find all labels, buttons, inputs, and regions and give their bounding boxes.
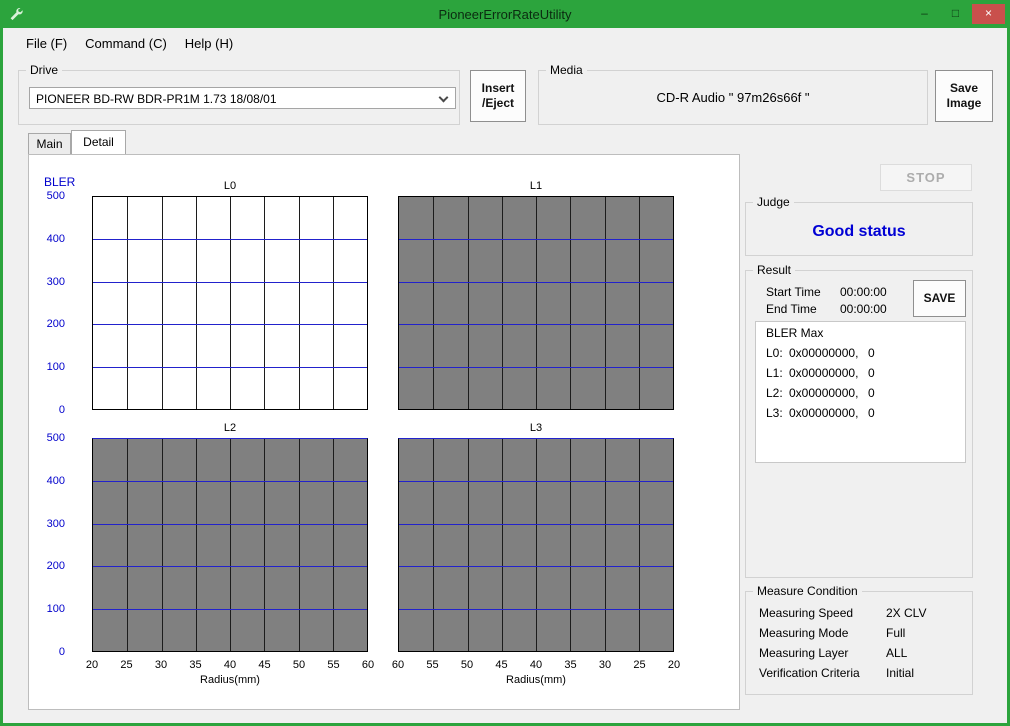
drive-group-label: Drive (26, 63, 62, 77)
judge-group-label: Judge (753, 195, 794, 209)
bler-axis-label: BLER (44, 175, 75, 189)
save-button[interactable]: SAVE (913, 280, 966, 317)
x-axis-title-l3: Radius(mm) (398, 674, 674, 686)
measure-condition-group: Measure Condition Measuring Speed 2X CLV… (745, 591, 973, 695)
chart-plot-l1 (398, 196, 674, 410)
bler-l1-hex: 0x00000000, (789, 366, 858, 380)
measuring-layer-label: Measuring Layer (759, 646, 848, 660)
save-image-label-line1: Save (950, 81, 978, 96)
x-axis-title-l2: Radius(mm) (92, 674, 368, 686)
app-window: PioneerErrorRateUtility – □ × File (F) C… (0, 0, 1010, 726)
bler-l0-hex: 0x00000000, (789, 346, 858, 360)
insert-eject-button[interactable]: Insert /Eject (470, 70, 526, 122)
bler-l0-value: 0 (868, 346, 875, 360)
minimize-button[interactable]: – (910, 4, 939, 24)
insert-eject-label-line1: Insert (482, 81, 515, 96)
y-axis-top: 5004003002001000 (29, 196, 73, 410)
end-time-label: End Time (766, 302, 817, 316)
chart-plot-l3 (398, 438, 674, 652)
chart-plot-l2 (92, 438, 368, 652)
judge-group: Judge Good status (745, 202, 973, 256)
bler-l3-value: 0 (868, 406, 875, 420)
measuring-speed-label: Measuring Speed (759, 606, 853, 620)
x-axis-l3: 605550454035302520 (398, 659, 674, 671)
bler-l2-hex: 0x00000000, (789, 386, 858, 400)
chart-title-l1: L1 (398, 180, 674, 192)
bler-l1-value: 0 (868, 366, 875, 380)
menu-item-help[interactable]: Help (H) (176, 32, 242, 55)
start-time-value: 00:00:00 (840, 285, 887, 299)
drive-select-value: PIONEER BD-RW BDR-PR1M 1.73 18/08/01 (36, 92, 277, 106)
close-button[interactable]: × (972, 4, 1005, 24)
save-image-button[interactable]: Save Image (935, 70, 993, 122)
insert-eject-label-line2: /Eject (482, 96, 514, 111)
maximize-button[interactable]: □ (941, 4, 970, 24)
drive-group: Drive PIONEER BD-RW BDR-PR1M 1.73 18/08/… (18, 70, 460, 125)
media-group-label: Media (546, 63, 587, 77)
titlebar: PioneerErrorRateUtility – □ × (0, 0, 1010, 28)
y-axis-bottom: 5004003002001000 (29, 438, 73, 652)
bler-l1-label: L1: (766, 366, 783, 380)
bler-max-label: BLER Max (766, 326, 823, 340)
judge-status: Good status (746, 223, 972, 241)
measuring-mode-value: Full (886, 626, 905, 640)
drive-select[interactable]: PIONEER BD-RW BDR-PR1M 1.73 18/08/01 (29, 87, 456, 109)
menubar: File (F) Command (C) Help (H) (3, 28, 1007, 58)
chart-title-l0: L0 (92, 180, 368, 192)
measuring-speed-value: 2X CLV (886, 606, 926, 620)
chart-title-l2: L2 (92, 422, 368, 434)
client-area: File (F) Command (C) Help (H) Drive PION… (3, 28, 1007, 723)
verification-criteria-value: Initial (886, 666, 914, 680)
menu-item-file[interactable]: File (F) (17, 32, 76, 55)
window-title: PioneerErrorRateUtility (0, 7, 1010, 22)
bler-l0-label: L0: (766, 346, 783, 360)
window-controls: – □ × (908, 4, 1005, 24)
measure-group-label: Measure Condition (753, 584, 862, 598)
bler-l3-hex: 0x00000000, (789, 406, 858, 420)
start-time-label: Start Time (766, 285, 821, 299)
tab-detail[interactable]: Detail (71, 130, 126, 154)
measuring-layer-value: ALL (886, 646, 907, 660)
measuring-mode-label: Measuring Mode (759, 626, 848, 640)
result-group: Result Start Time 00:00:00 End Time 00:0… (745, 270, 973, 578)
bler-l2-value: 0 (868, 386, 875, 400)
end-time-value: 00:00:00 (840, 302, 887, 316)
bler-l3-label: L3: (766, 406, 783, 420)
x-axis-l2: 202530354045505560 (92, 659, 368, 671)
tab-main[interactable]: Main (28, 133, 71, 154)
chart-plot-l0 (92, 196, 368, 410)
bler-max-panel: BLER Max L0: 0x00000000, 0 L1: 0x0000000… (755, 321, 966, 463)
media-value: CD-R Audio " 97m26s66f " (539, 90, 927, 105)
result-group-label: Result (753, 263, 795, 277)
stop-button[interactable]: STOP (880, 164, 972, 191)
menu-item-command[interactable]: Command (C) (76, 32, 176, 55)
media-group: Media CD-R Audio " 97m26s66f " (538, 70, 928, 125)
chart-title-l3: L3 (398, 422, 674, 434)
verification-criteria-label: Verification Criteria (759, 666, 860, 680)
chart-panel: BLER 5004003002001000 5004003002001000 L… (28, 154, 740, 710)
save-image-label-line2: Image (947, 96, 982, 111)
bler-l2-label: L2: (766, 386, 783, 400)
chevron-down-icon (439, 93, 449, 103)
